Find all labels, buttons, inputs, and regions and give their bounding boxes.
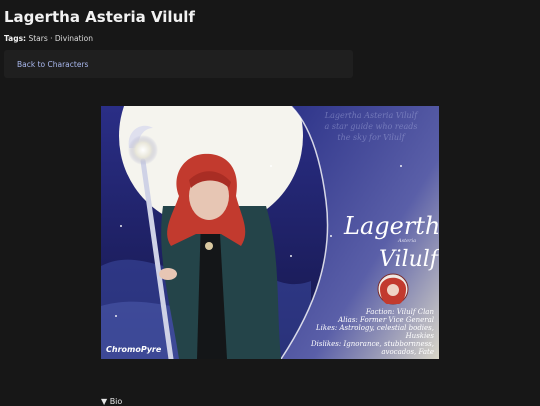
art-name-middle: Asteria xyxy=(397,238,416,244)
info-likes-cont: Huskies xyxy=(405,332,435,340)
artist-signature: ChromoPyre xyxy=(106,345,162,354)
art-name-last: Vilulf xyxy=(379,247,439,272)
staff-orb xyxy=(128,135,158,165)
tag-stars[interactable]: Stars xyxy=(28,34,47,43)
tag-list: Tags: Stars · Divination xyxy=(4,34,93,43)
info-alias: Alias: Former Vice General xyxy=(337,316,434,324)
page-title: Lagertha Asteria Vilulf xyxy=(4,8,195,26)
faded-caption-1: Lagertha Asteria Vilulf xyxy=(324,111,419,120)
art-name-first: Lagertha xyxy=(343,212,439,240)
character-illustration: Lagertha Asteria Vilulf a star guide who… xyxy=(101,106,439,359)
tags-label: Tags: xyxy=(4,34,27,43)
character-artwork: Lagertha Asteria Vilulf a star guide who… xyxy=(101,106,439,359)
faded-caption-3: the sky for Vilulf xyxy=(337,133,406,142)
back-navigation-bar: Back to Characters xyxy=(4,50,353,78)
tag-separator: · xyxy=(50,34,53,43)
tag-divination[interactable]: Divination xyxy=(55,34,93,43)
faded-caption-2: a star guide who reads xyxy=(325,122,418,131)
info-dislikes-cont: avocados, Fate xyxy=(381,348,434,356)
info-dislikes: Dislikes: Ignorance, stubbornness, xyxy=(310,340,434,348)
info-likes: Likes: Astrology, celestial bodies, xyxy=(315,324,434,332)
info-faction: Faction: Vilulf Clan xyxy=(365,308,435,316)
back-to-characters-link[interactable]: Back to Characters xyxy=(17,60,88,69)
